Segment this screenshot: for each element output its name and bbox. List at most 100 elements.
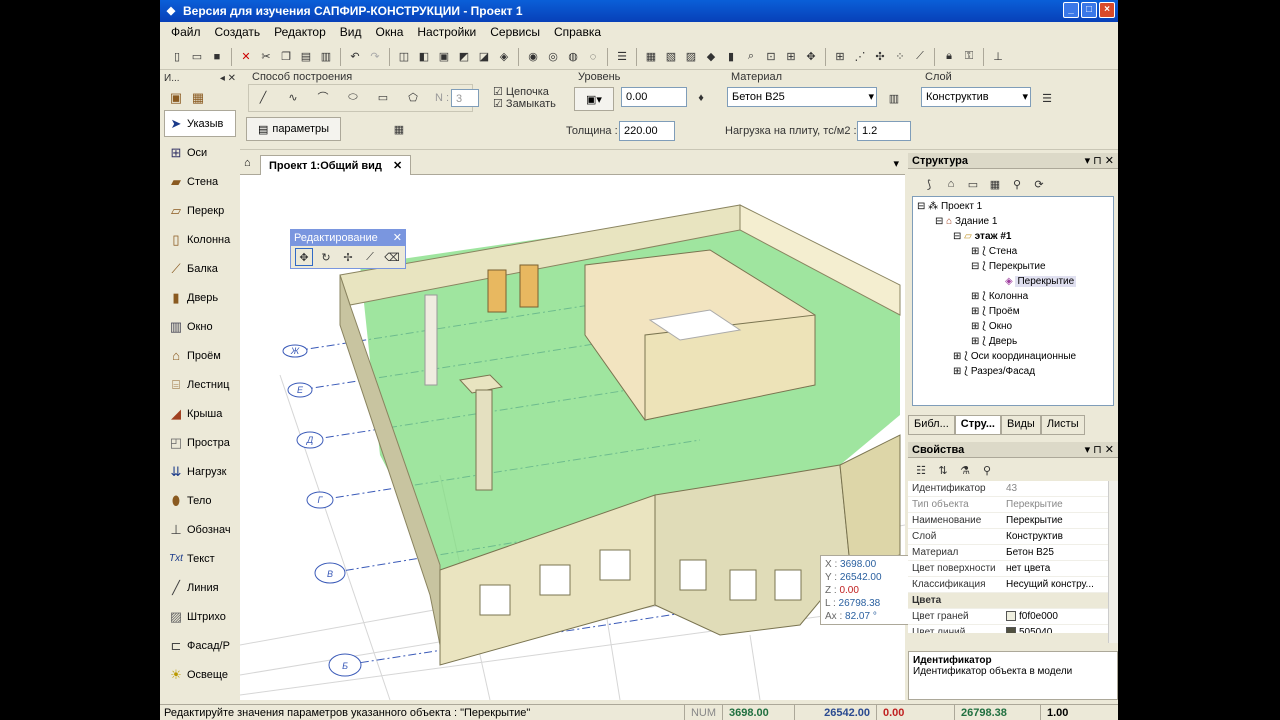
prop-row[interactable]: Тип объекта Перекрытие [908, 497, 1108, 513]
eye-filter-icon[interactable]: ◍ [564, 48, 582, 66]
level-pick-icon[interactable]: ♦ [692, 89, 710, 107]
tab-general-view[interactable]: Проект 1:Общий вид ✕ [260, 155, 412, 175]
structure-grid-icon[interactable]: ▦ [986, 175, 1004, 193]
cut-icon[interactable]: ✂ [257, 48, 275, 66]
hatch-icon[interactable]: ▦ [390, 120, 408, 138]
box-icon[interactable]: ▦ [642, 48, 660, 66]
tool-stairs[interactable]: ⌸ Лестниц [164, 371, 236, 398]
tool-text[interactable]: Txt Текст [164, 545, 236, 572]
tool-beam[interactable]: ⟋ Балка [164, 255, 236, 282]
rotate-icon[interactable]: ↻ [317, 248, 335, 266]
move-icon[interactable]: ✥ [295, 248, 313, 266]
structure-find-icon[interactable]: ⚲ [1008, 175, 1026, 193]
structure-folder-icon[interactable]: ▭ [964, 175, 982, 193]
level-picker[interactable]: ▣▾ [574, 87, 614, 111]
snap-node-icon[interactable]: ⁘ [891, 48, 909, 66]
close-button[interactable]: × [1099, 2, 1115, 18]
tab-structure[interactable]: Стру... [954, 415, 1001, 435]
view-side-icon[interactable]: ◧ [415, 48, 433, 66]
polygon-tool-icon[interactable]: ⬠ [404, 88, 422, 106]
menu-services[interactable]: Сервисы [483, 25, 547, 39]
prop-row[interactable]: Классификация Несущий констру... [908, 577, 1108, 593]
move-icon[interactable]: ▨ [682, 48, 700, 66]
zoom-all-icon[interactable]: ⊞ [782, 48, 800, 66]
close-checkbox[interactable]: ☑ Замыкать [493, 97, 556, 110]
snap-line-icon[interactable]: ⟋ [911, 48, 929, 66]
tree-item[interactable]: ⊟ ⌂ Здание 1 [917, 214, 1109, 229]
tool-axes[interactable]: ⊞ Оси [164, 139, 236, 166]
tree-item[interactable]: ⊞ ⟅ Дверь [917, 334, 1109, 349]
params-button[interactable]: ▤ параметры [246, 117, 341, 141]
tool-window[interactable]: ▥ Окно [164, 313, 236, 340]
tree-item[interactable]: ⊞ ⟅ Колонна [917, 289, 1109, 304]
view-top-icon[interactable]: ▣ [435, 48, 453, 66]
structure-add-icon[interactable]: ⌂ [942, 175, 960, 193]
n-field[interactable]: 3 [451, 89, 479, 107]
panel-controls-icon[interactable]: ▾ ⊓ ✕ [1085, 153, 1114, 169]
layer-select[interactable]: Конструктив ▾ [921, 87, 1031, 107]
prop-row[interactable]: Идентификатор 43 [908, 481, 1108, 497]
prop-row[interactable]: Наименование Перекрытие [908, 513, 1108, 529]
column-back[interactable] [424, 294, 438, 386]
redo-icon[interactable]: ↷ [366, 48, 384, 66]
eye-all-icon[interactable]: ◌ [584, 48, 602, 66]
unlock-icon[interactable]: ⚿ [960, 48, 978, 66]
palette-view-icon[interactable]: ▣ [165, 89, 187, 107]
tree-item[interactable]: ⊞ ⟅ Разрез/Фасад [917, 364, 1109, 379]
view-3d-icon[interactable]: ◪ [475, 48, 493, 66]
tool-opening[interactable]: ⌂ Проём [164, 342, 236, 369]
edge-edit-icon[interactable]: ⟋ [361, 248, 379, 266]
tool-space[interactable]: ◰ Простра [164, 429, 236, 456]
tool-roof[interactable]: ◢ Крыша [164, 400, 236, 427]
copy-icon[interactable]: ❐ [277, 48, 295, 66]
tree-item-selected[interactable]: ◈ Перекрытие [917, 274, 1109, 289]
tool-wall[interactable]: ▰ Стена [164, 168, 236, 195]
material-library-icon[interactable]: ▥ [885, 89, 903, 107]
prop-category[interactable]: Цвета [908, 593, 1108, 609]
properties-scrollbar[interactable] [1108, 481, 1118, 643]
tool-slab[interactable]: ▱ Перекр [164, 197, 236, 224]
tab-sheets[interactable]: Листы [1040, 415, 1085, 435]
line-tool-icon[interactable]: ╱ [254, 88, 272, 106]
load-field[interactable]: 1.2 [857, 121, 911, 141]
prop-row[interactable]: Материал Бетон В25 [908, 545, 1108, 561]
door-2[interactable] [519, 264, 539, 308]
prop-row[interactable]: Цвет поверхности нет цвета [908, 561, 1108, 577]
polyline-tool-icon[interactable]: ∿ [284, 88, 302, 106]
tab-views[interactable]: Виды [1001, 415, 1041, 435]
delete-icon[interactable]: ✕ [237, 48, 255, 66]
thickness-field[interactable]: 220.00 [619, 121, 675, 141]
tree-item[interactable]: ⊟ ⁂ Проект 1 [917, 199, 1109, 214]
close-icon[interactable]: ✕ [393, 230, 405, 246]
arc-tool-icon[interactable]: ⌒ [314, 88, 332, 106]
structure-filter-icon[interactable]: ⟆ [920, 175, 938, 193]
menu-windows[interactable]: Окна [369, 25, 411, 39]
tool-load[interactable]: ⇊ Нагрузк [164, 458, 236, 485]
minimize-button[interactable]: _ [1063, 2, 1079, 18]
lock-icon[interactable]: 🔒︎ [940, 48, 958, 66]
snap-point-icon[interactable]: ✣ [871, 48, 889, 66]
pin-icon[interactable]: ◂ ✕ [220, 73, 240, 84]
menu-file[interactable]: Файл [164, 25, 208, 39]
maximize-button[interactable]: □ [1081, 2, 1097, 18]
render-icon[interactable]: ◈ [495, 48, 513, 66]
ellipse-tool-icon[interactable]: ⬭ [344, 88, 362, 106]
undo-icon[interactable]: ↶ [346, 48, 364, 66]
material-select[interactable]: Бетон В25 ▾ [727, 87, 877, 107]
menu-view[interactable]: Вид [333, 25, 369, 39]
new-file-icon[interactable]: ▯ [168, 48, 186, 66]
prop-row[interactable]: Цвет граней f0f0e000 [908, 609, 1108, 625]
grid-icon[interactable]: ⊞ [831, 48, 849, 66]
tree-item[interactable]: ⊞ ⟅ Оси координационные [917, 349, 1109, 364]
tool-column[interactable]: ▯ Колонна [164, 226, 236, 253]
tool-annotation[interactable]: ⊥ Обознач [164, 516, 236, 543]
rectangle-tool-icon[interactable]: ▭ [374, 88, 392, 106]
tree-item[interactable]: ⊟ ⟅ Перекрытие [917, 259, 1109, 274]
prop-row[interactable]: Цвет линий 505040 [908, 625, 1108, 633]
tool-solid[interactable]: ⬮ Тело [164, 487, 236, 514]
column[interactable] [475, 389, 493, 491]
view-front-icon[interactable]: ◫ [395, 48, 413, 66]
tree-item[interactable]: ⊞ ⟅ Стена [917, 244, 1109, 259]
paste-icon[interactable]: ▤ [297, 48, 315, 66]
pan-icon[interactable]: ✥ [802, 48, 820, 66]
